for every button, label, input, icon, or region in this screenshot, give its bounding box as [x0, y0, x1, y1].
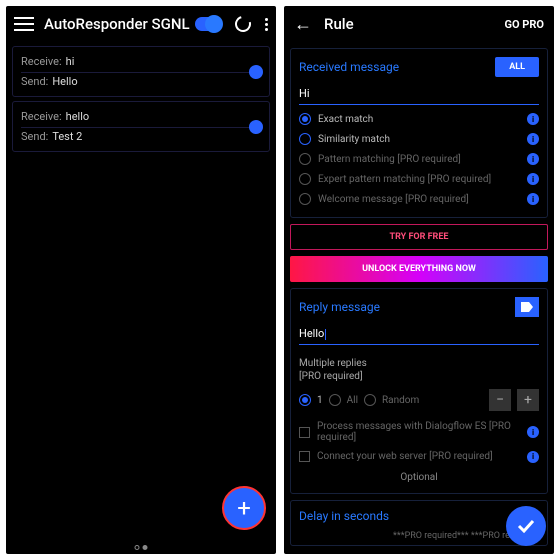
receive-label: Receive:: [21, 110, 62, 123]
random-radio[interactable]: [364, 394, 376, 406]
info-icon[interactable]: i: [527, 153, 539, 165]
try-free-button[interactable]: TRY FOR FREE: [290, 224, 548, 250]
rule-item[interactable]: Receive: hi Send: Hello: [12, 46, 270, 97]
radio-label: Exact match: [318, 114, 373, 125]
save-button[interactable]: [506, 506, 546, 546]
rule-edit-screen: ← Rule GO PRO Received message ALL Hi Ex…: [284, 6, 554, 554]
radio-label: Pattern matching [PRO required]: [318, 154, 461, 165]
checkbox-label: Process messages with Dialogflow ES [PRO…: [317, 421, 539, 443]
tag-button[interactable]: [515, 297, 539, 317]
all-button[interactable]: ALL: [495, 57, 539, 77]
send-label: Send:: [21, 75, 48, 88]
optional-label: Optional: [299, 466, 539, 485]
info-icon[interactable]: i: [527, 193, 539, 205]
card-title: Reply message: [299, 300, 380, 314]
multi-replies-label: Multiple replies[PRO required]: [299, 357, 539, 383]
welcome-radio[interactable]: [299, 193, 311, 205]
reply-message-card: Reply message Hello Multiple replies[PRO…: [290, 288, 548, 494]
info-icon[interactable]: i: [527, 426, 539, 438]
master-toggle[interactable]: [195, 17, 221, 31]
app-title: AutoResponder SGNL: [44, 15, 195, 33]
send-value: Test 2: [52, 130, 82, 143]
rule-active-dot: [249, 120, 263, 134]
received-message-card: Received message ALL Hi Exact match i Sim…: [290, 48, 548, 218]
card-title: Delay in seconds: [299, 509, 539, 523]
send-label: Send:: [21, 130, 48, 143]
all-radio[interactable]: [329, 394, 341, 406]
info-icon[interactable]: i: [527, 133, 539, 145]
send-value: Hello: [52, 75, 77, 88]
expert-pattern-radio[interactable]: [299, 173, 311, 185]
received-input[interactable]: Hi: [299, 83, 539, 105]
receive-value: hi: [66, 55, 75, 68]
info-icon[interactable]: i: [527, 113, 539, 125]
checkbox-label: Connect your web server [PRO required]: [317, 451, 493, 462]
refresh-icon[interactable]: [232, 13, 254, 35]
exact-match-radio[interactable]: [299, 113, 311, 125]
info-icon[interactable]: i: [527, 451, 539, 463]
go-pro-button[interactable]: GO PRO: [504, 18, 544, 31]
dialogflow-checkbox[interactable]: [299, 427, 310, 438]
info-icon[interactable]: i: [527, 173, 539, 185]
screen-title: Rule: [324, 15, 504, 33]
one-radio[interactable]: [299, 394, 311, 406]
pattern-match-radio[interactable]: [299, 153, 311, 165]
plus-button[interactable]: +: [517, 389, 539, 411]
unlock-button[interactable]: UNLOCK EVERYTHING NOW: [290, 256, 548, 282]
rule-item[interactable]: Receive: hello Send: Test 2: [12, 101, 270, 152]
add-rule-button[interactable]: +: [222, 486, 266, 530]
card-title: Received message: [299, 60, 399, 74]
menu-icon[interactable]: [14, 17, 34, 31]
rule-active-dot: [249, 65, 263, 79]
page-indicator: [135, 545, 148, 550]
minus-button[interactable]: −: [489, 389, 511, 411]
receive-label: Receive:: [21, 55, 62, 68]
rules-list-screen: AutoResponder SGNL Receive: hi Send: Hello…: [6, 6, 276, 554]
radio-label: Welcome message [PRO required]: [318, 194, 469, 205]
back-icon[interactable]: ←: [294, 14, 312, 35]
topbar: ← Rule GO PRO: [284, 6, 554, 42]
reply-input[interactable]: Hello: [299, 323, 539, 345]
pro-required-text: ***PRO required*** ***PRO required: [299, 531, 539, 541]
overflow-menu-icon[interactable]: [265, 18, 268, 31]
radio-label: Similarity match: [318, 134, 390, 145]
receive-value: hello: [66, 110, 90, 123]
radio-label: Expert pattern matching [PRO required]: [318, 174, 491, 185]
similarity-match-radio[interactable]: [299, 133, 311, 145]
topbar: AutoResponder SGNL: [6, 6, 276, 42]
webserver-checkbox[interactable]: [299, 451, 310, 462]
